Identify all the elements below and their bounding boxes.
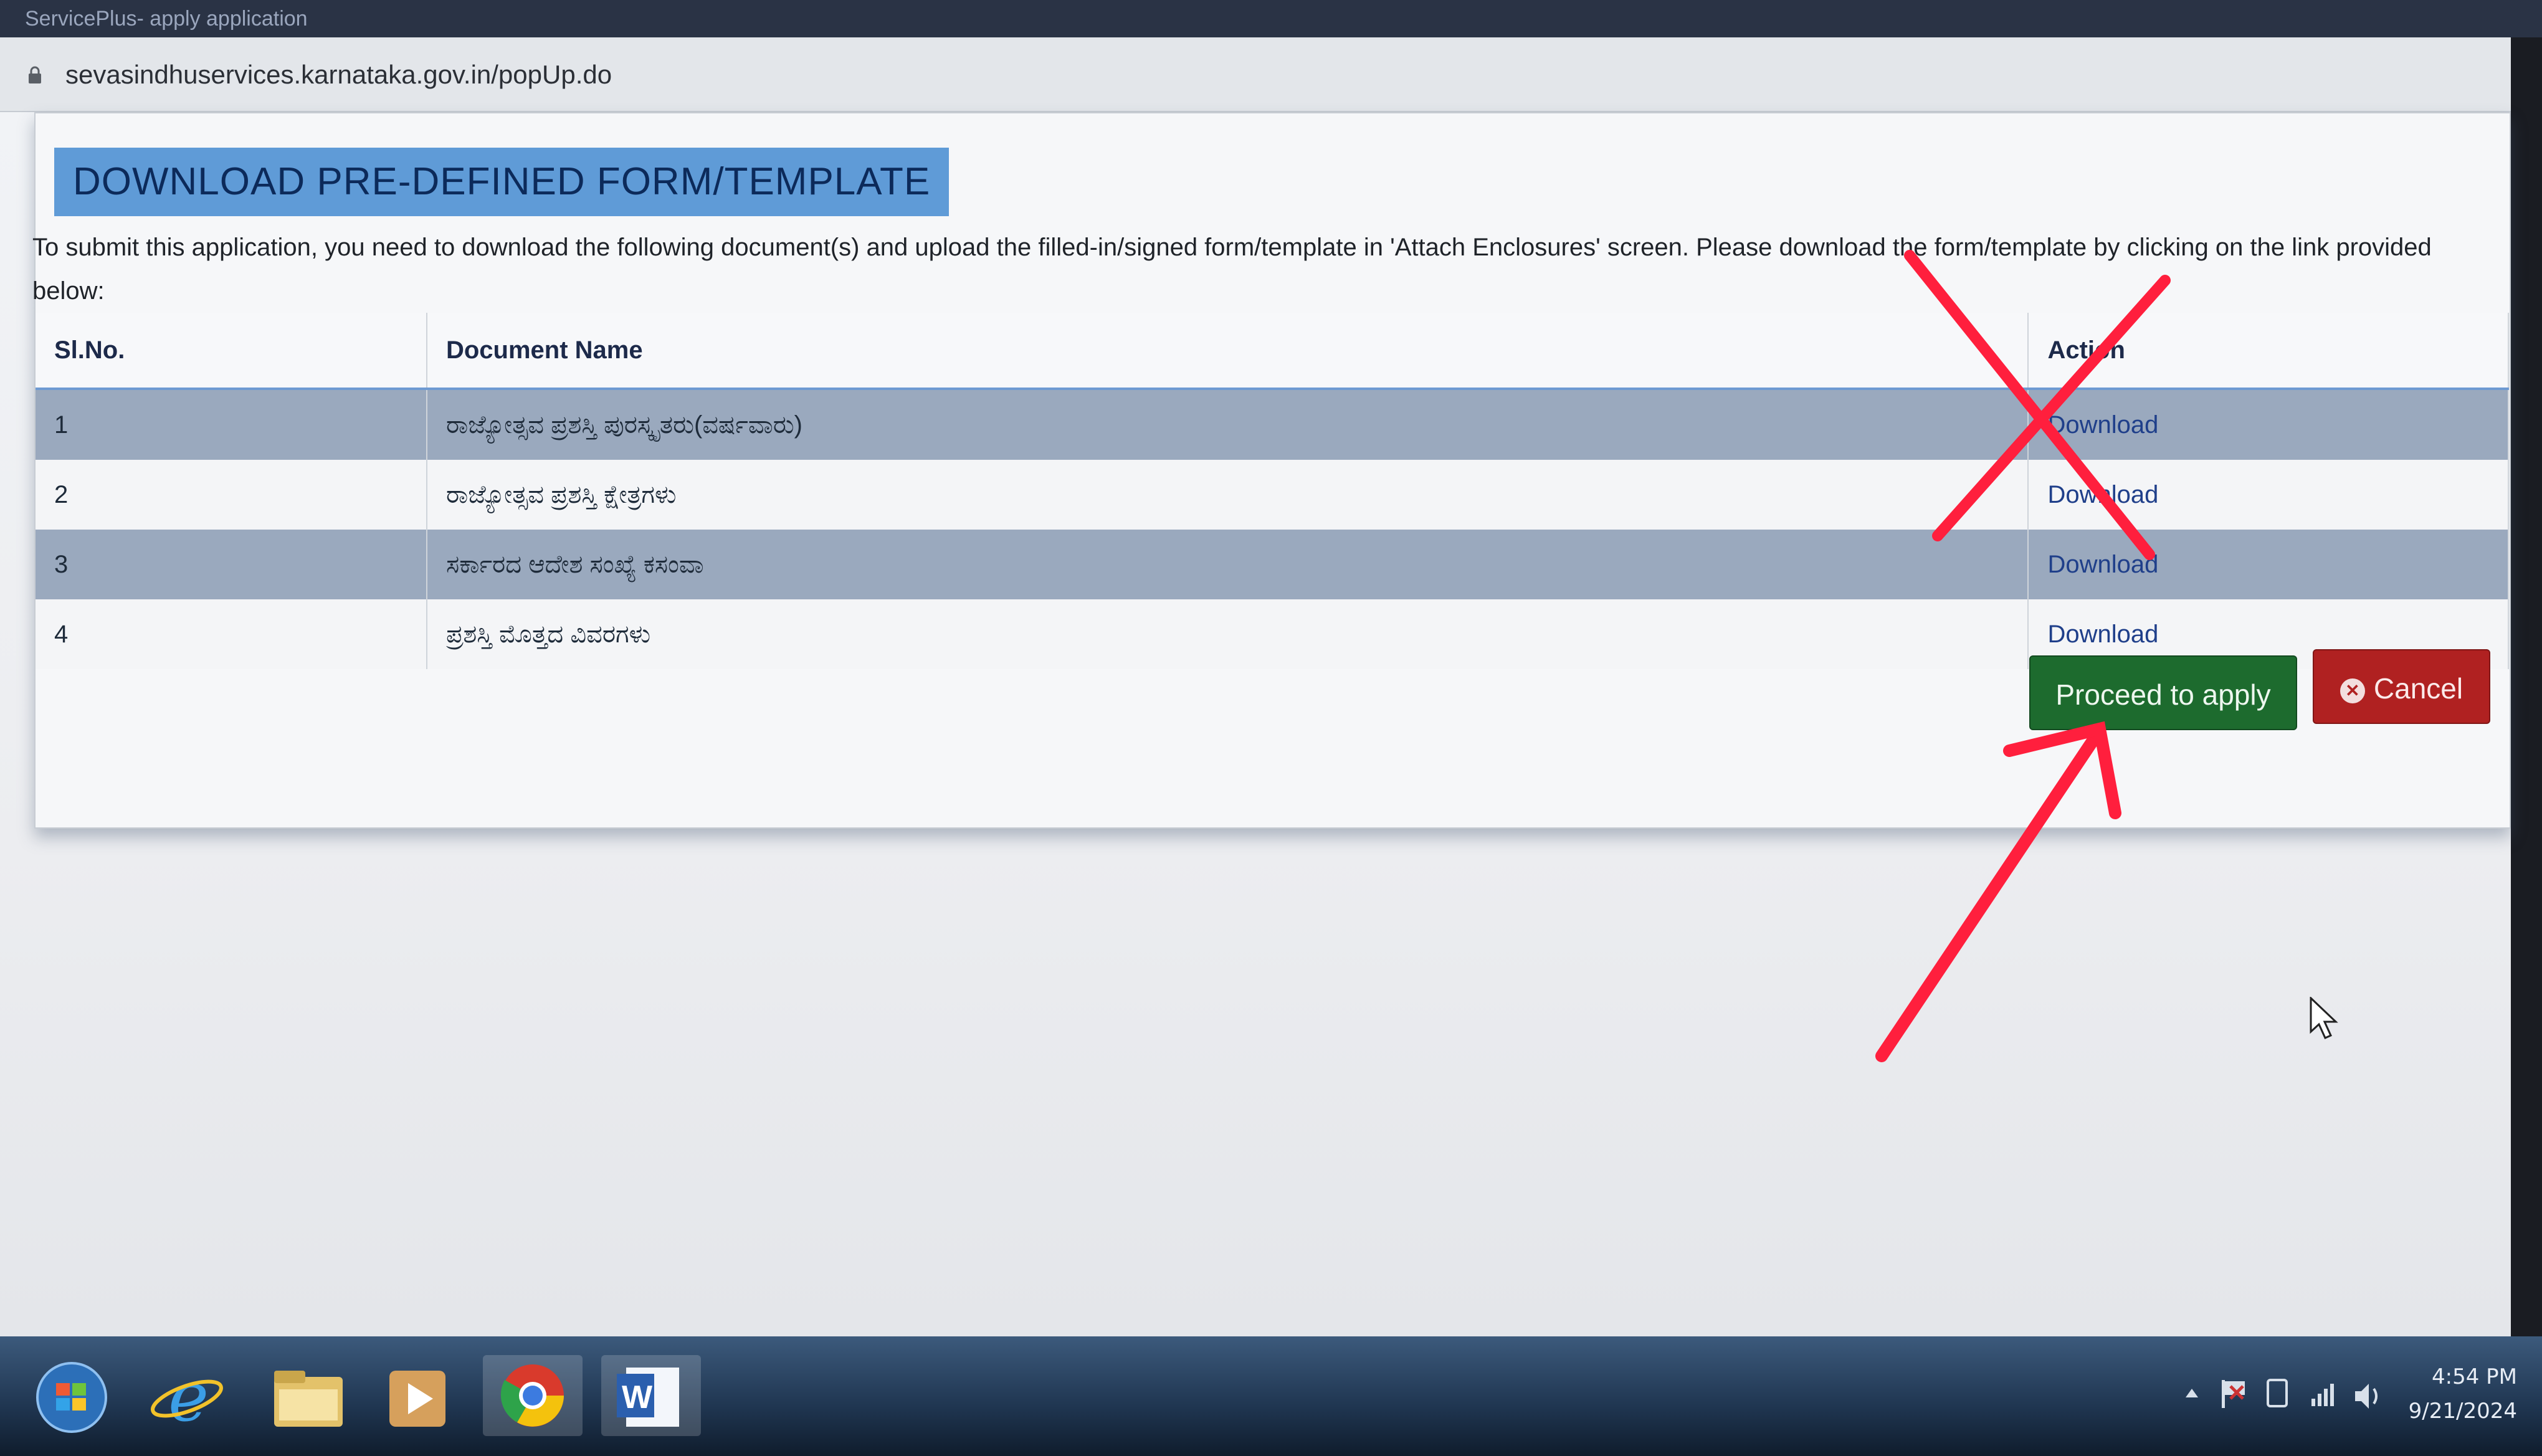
clock-date[interactable]: 9/21/2024 xyxy=(2405,1399,2517,1424)
browser-title: ServicePlus- apply application xyxy=(25,7,308,31)
address-bar[interactable]: sevasindhuservices.karnataka.gov.in/popU… xyxy=(0,37,2511,112)
header-sl-no: Sl.No. xyxy=(36,313,427,390)
download-link[interactable]: Download xyxy=(2047,481,2158,508)
lock-icon xyxy=(29,66,41,83)
file-explorer-icon[interactable] xyxy=(262,1355,361,1436)
row-sl-no: 4 xyxy=(36,599,427,669)
word-icon[interactable]: W xyxy=(601,1355,701,1436)
windows-start-icon[interactable] xyxy=(31,1355,131,1436)
row-document-name: ರಾಜ್ಯೋತ್ಸವ ಪ್ರಶಸ್ತಿ ಕ್ಷೇತ್ರಗಳು xyxy=(426,460,2029,530)
table-row: 3 ಸರ್ಕಾರದ ಆದೇಶ ಸಂಖ್ಯೆ ಕಸಂವಾ Download xyxy=(36,530,2509,599)
table-row: 1 ರಾಜ್ಯೋತ್ಸವ ಪ್ರಶಸ್ತಿ ಪುರಸ್ಕೃತರು(ವರ್ಷವಾರ… xyxy=(36,389,2509,460)
mouse-cursor-icon xyxy=(2310,997,2338,1039)
row-sl-no: 2 xyxy=(36,460,427,530)
header-document-name: Document Name xyxy=(426,313,2029,390)
row-document-name: ರಾಜ್ಯೋತ್ಸವ ಪ್ರಶಸ್ತಿ ಪುರಸ್ಕೃತರು(ವರ್ಷವಾರು) xyxy=(426,389,2029,460)
row-document-name: ಸರ್ಕಾರದ ಆದೇಶ ಸಂಖ್ಯೆ ಕಸಂವಾ xyxy=(426,530,2029,599)
download-template-dialog: DOWNLOAD PRE-DEFINED FORM/TEMPLATE To su… xyxy=(32,112,2511,829)
proceed-to-apply-button[interactable]: Proceed to apply xyxy=(2029,655,2297,730)
volume-icon xyxy=(2355,1384,2378,1409)
dialog-title: DOWNLOAD PRE-DEFINED FORM/TEMPLATE xyxy=(54,148,950,216)
dialog-instructions: To submit this application, you need to … xyxy=(32,234,2432,305)
row-action-cell: Download xyxy=(2028,460,2509,530)
table-row: 2 ರಾಜ್ಯೋತ್ಸವ ಪ್ರಶಸ್ತಿ ಕ್ಷೇತ್ರಗಳು Downloa… xyxy=(36,460,2509,530)
download-link[interactable]: Download xyxy=(2047,411,2158,439)
cancel-button[interactable]: ✕ Cancel xyxy=(2313,649,2490,724)
screen: ServicePlus- apply application sevasindh… xyxy=(0,0,2542,1456)
action-center-flag-icon xyxy=(2222,1380,2245,1408)
system-tray xyxy=(2186,1379,2378,1409)
svg-text:e: e xyxy=(168,1357,209,1436)
download-link[interactable]: Download xyxy=(2047,621,2158,648)
page-content: DOWNLOAD PRE-DEFINED FORM/TEMPLATE To su… xyxy=(0,112,2511,1336)
clock-time[interactable]: 4:54 PM xyxy=(2405,1364,2517,1389)
url-text[interactable]: sevasindhuservices.karnataka.gov.in/popU… xyxy=(65,60,612,90)
browser-title-bar: ServicePlus- apply application xyxy=(0,0,2542,37)
documents-table: Sl.No. Document Name Action 1 ರಾಜ್ಯೋತ್ಸವ… xyxy=(36,313,2509,669)
power-icon xyxy=(2267,1379,2288,1407)
svg-text:W: W xyxy=(622,1379,653,1416)
show-hidden-icons-icon xyxy=(2186,1389,2198,1397)
internet-explorer-icon[interactable]: e xyxy=(143,1355,243,1436)
download-link[interactable]: Download xyxy=(2047,551,2158,578)
row-sl-no: 1 xyxy=(36,389,427,460)
windows-taskbar: e W 4:54 PM 9/21/2024 xyxy=(0,1336,2542,1456)
network-signal-icon xyxy=(2311,1384,2334,1406)
close-icon: ✕ xyxy=(2340,678,2365,703)
chrome-icon[interactable] xyxy=(483,1355,583,1436)
table-header-row: Sl.No. Document Name Action xyxy=(36,313,2509,390)
header-action: Action xyxy=(2028,313,2509,390)
row-action-cell: Download xyxy=(2028,530,2509,599)
cancel-label: Cancel xyxy=(2373,672,2463,705)
row-action-cell: Download xyxy=(2028,389,2509,460)
row-sl-no: 3 xyxy=(36,530,427,599)
media-player-icon[interactable] xyxy=(374,1355,474,1436)
row-document-name: ಪ್ರಶಸ್ತಿ ಮೊತ್ತದ ವಿವರಗಳು xyxy=(426,599,2029,669)
